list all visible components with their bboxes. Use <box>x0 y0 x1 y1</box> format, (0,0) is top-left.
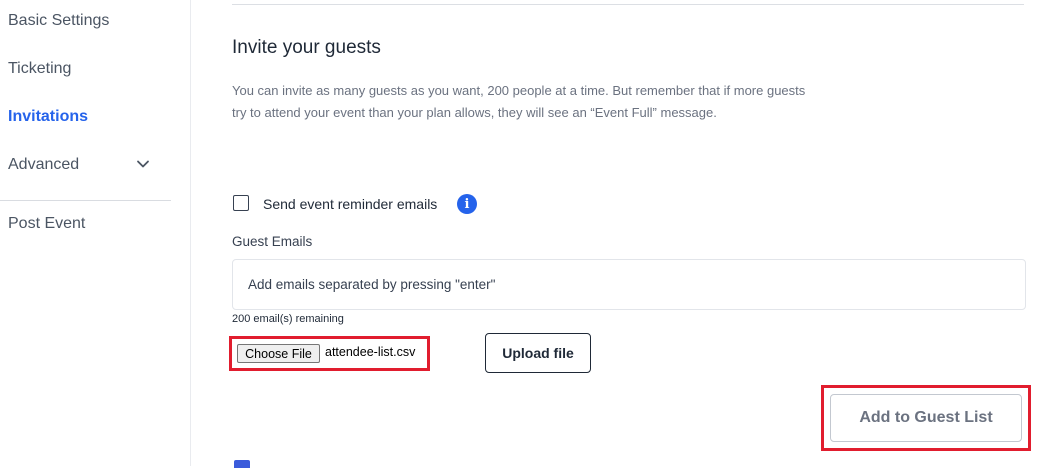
emails-remaining-text: 200 email(s) remaining <box>232 313 344 325</box>
reminder-checkbox-label[interactable]: Send event reminder emails <box>263 196 437 212</box>
upload-file-button[interactable]: Upload file <box>485 333 591 373</box>
sidebar: Basic Settings Ticketing Invitations Adv… <box>0 0 191 466</box>
sidebar-item-basic-settings[interactable]: Basic Settings <box>8 12 109 30</box>
sidebar-item-advanced[interactable]: Advanced <box>8 156 79 174</box>
add-to-guest-list-button[interactable]: Add to Guest List <box>830 394 1022 442</box>
section-divider <box>232 4 1024 5</box>
choose-file-button[interactable]: Choose File <box>237 344 320 363</box>
chevron-down-icon[interactable] <box>136 157 150 171</box>
sidebar-item-invitations[interactable]: Invitations <box>8 108 88 126</box>
next-checkbox-partial[interactable] <box>234 460 250 468</box>
section-title: Invite your guests <box>232 37 381 58</box>
section-description: You can invite as many guests as you wan… <box>232 83 806 120</box>
sidebar-divider <box>0 200 171 201</box>
add-button-highlight: Add to Guest List <box>821 385 1031 451</box>
guest-emails-input[interactable] <box>233 260 1025 309</box>
sidebar-item-ticketing[interactable]: Ticketing <box>8 60 71 78</box>
reminder-checkbox[interactable] <box>233 195 249 211</box>
guest-emails-field[interactable] <box>232 259 1026 310</box>
file-input-highlight: Choose File attendee-list.csv <box>229 336 430 371</box>
selected-file-name: attendee-list.csv <box>325 345 416 359</box>
info-icon[interactable]: i <box>457 194 477 214</box>
guest-emails-label: Guest Emails <box>232 234 313 249</box>
sidebar-item-post-event[interactable]: Post Event <box>8 215 85 233</box>
